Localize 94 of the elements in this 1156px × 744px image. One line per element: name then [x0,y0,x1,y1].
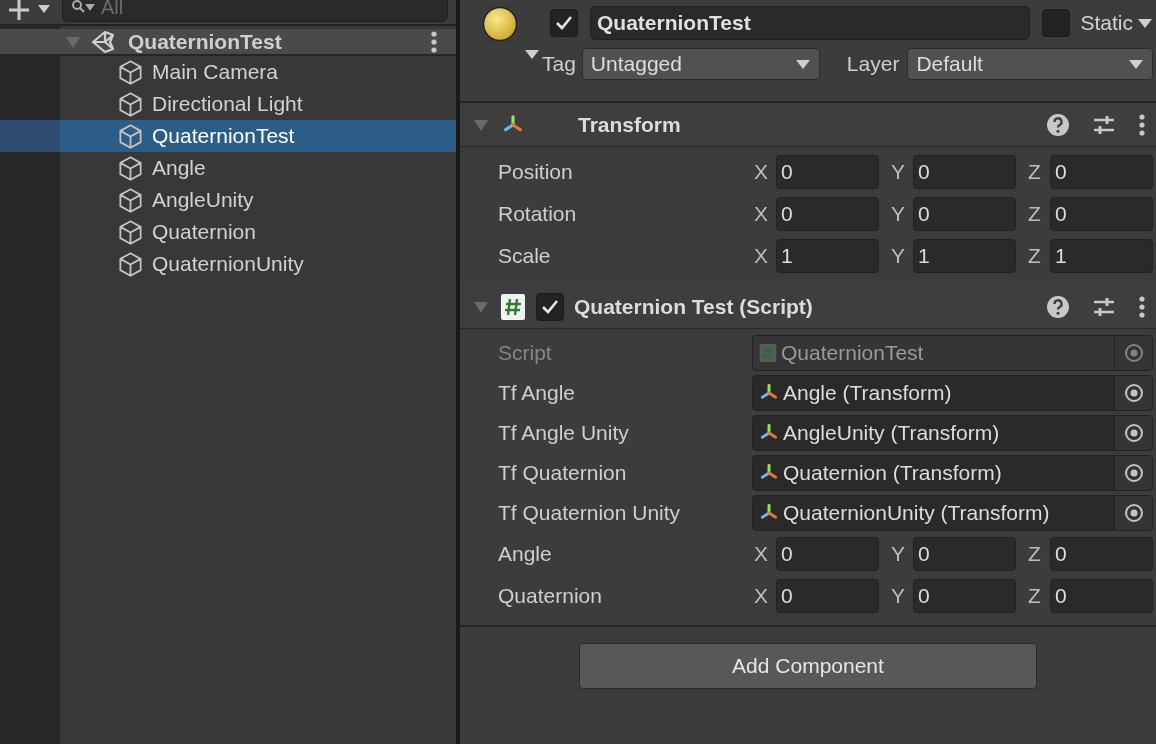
static-checkbox[interactable] [1042,9,1071,37]
cube-icon [117,58,144,86]
target-icon[interactable] [1122,462,1145,484]
axis-label: X [754,201,769,228]
field-label: Tf Angle Unity [498,420,630,447]
field-label: Quaternion [498,583,603,610]
field-label: Scale [498,243,552,270]
component-title: Quaternion Test (Script) [574,293,813,320]
cube-icon [117,90,144,118]
caret-icon [1137,17,1153,29]
component-title: Transform [578,111,681,138]
field-label: Tf Angle [498,380,577,407]
number-field[interactable]: 0 [1050,197,1153,231]
target-icon[interactable] [1122,502,1145,524]
axis-label: X [754,541,769,568]
axis-label: Y [891,583,906,610]
axis-label: X [754,243,769,270]
number-field[interactable]: 0 [776,579,879,613]
more-icon[interactable] [1138,112,1146,137]
hierarchy-item[interactable]: Quaternion [0,216,456,248]
search-field[interactable]: All [62,0,448,22]
field-label: Angle [498,541,553,568]
cube-icon [117,154,144,182]
hierarchy-item[interactable]: Main Camera [0,56,456,88]
cube-icon [117,250,144,278]
axis-label: Y [891,541,906,568]
object-field[interactable]: Quaternion (Transform) [752,455,1153,491]
cube-icon [117,122,144,150]
object-field[interactable]: QuaternionUnity (Transform) [752,495,1153,531]
axis-label: Y [891,159,906,186]
tag-label: Tag [542,51,576,78]
number-field[interactable]: 0 [913,155,1016,189]
number-field[interactable]: 1 [1050,239,1153,273]
number-field[interactable]: 0 [913,197,1016,231]
cube-icon [117,218,144,246]
more-icon[interactable] [430,29,438,54]
axis-label: Z [1028,201,1042,228]
number-field[interactable]: 0 [1050,537,1153,571]
axis-label: Z [1028,243,1042,270]
axis-label: Z [1028,583,1042,610]
object-field[interactable]: AngleUnity (Transform) [752,415,1153,451]
cube-icon [117,186,144,214]
enabled-checkbox[interactable] [536,292,564,321]
caret-icon [1128,58,1144,70]
axis-label: Z [1028,159,1042,186]
target-icon[interactable] [1122,422,1145,444]
active-checkbox[interactable] [550,9,578,37]
scene-logo-icon [90,29,116,54]
axis-label: X [754,159,769,186]
tag-dropdown[interactable]: Untagged [581,48,820,80]
axis-label: Y [891,201,906,228]
settings-icon[interactable] [1092,295,1116,318]
field-label: Rotation [498,201,578,228]
add-component-button[interactable]: Add Component [579,643,1037,689]
object-field[interactable]: Angle (Transform) [752,375,1153,411]
number-field[interactable]: 1 [776,239,879,273]
number-field[interactable]: 0 [1050,579,1153,613]
static-dropdown[interactable]: Static [1080,7,1153,39]
field-label: Tf Quaternion Unity [498,500,682,527]
number-field[interactable]: 0 [1050,155,1153,189]
search-icon [71,0,95,15]
hierarchy-item[interactable]: Angle [0,152,456,184]
scene-row[interactable]: QuaternionTest [0,29,456,56]
hierarchy-item[interactable]: Directional Light [0,88,456,120]
settings-icon[interactable] [1092,113,1116,136]
help-icon[interactable] [1046,294,1070,319]
axis-label: Y [891,243,906,270]
number-field[interactable]: 0 [913,537,1016,571]
field-label: Tf Quaternion [498,460,628,487]
object-icon[interactable] [482,6,518,42]
scene-name: QuaternionTest [128,28,282,55]
number-field[interactable]: 0 [913,579,1016,613]
field-label: Script [498,340,553,367]
more-icon[interactable] [1138,294,1146,319]
axis-label: X [754,583,769,610]
caret-icon [794,58,811,70]
target-icon[interactable] [1122,382,1145,404]
help-icon[interactable] [1046,112,1070,137]
field-label: Position [498,159,574,186]
layer-dropdown[interactable]: Default [907,48,1153,80]
hierarchy-item[interactable]: QuaternionUnity [0,248,456,280]
script-icon [759,343,777,363]
check-icon [554,14,574,32]
hierarchy-item[interactable]: AngleUnity [0,184,456,216]
layer-label: Layer [846,51,900,78]
number-field[interactable]: 0 [776,537,879,571]
hierarchy-item[interactable]: QuaternionTest [0,120,456,152]
number-field[interactable]: 0 [776,155,879,189]
number-field[interactable]: 0 [776,197,879,231]
axis-label: Z [1028,541,1042,568]
dropdown-caret-icon[interactable] [524,48,540,60]
script-icon [500,292,526,321]
number-field[interactable]: 1 [913,239,1016,273]
name-field[interactable]: QuaternionTest [590,6,1031,40]
